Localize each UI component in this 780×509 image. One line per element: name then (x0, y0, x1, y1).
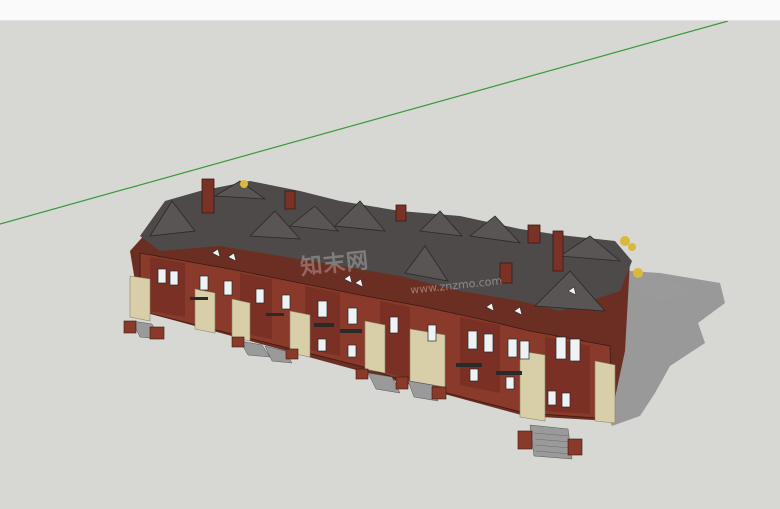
scene-canvas[interactable] (0, 21, 780, 509)
toolbar-strip (0, 0, 780, 21)
sketchup-window: 知末网 www.znzmo.com (0, 0, 780, 509)
3d-viewport[interactable]: 知末网 www.znzmo.com (0, 21, 780, 509)
green-axis-line (0, 21, 729, 225)
